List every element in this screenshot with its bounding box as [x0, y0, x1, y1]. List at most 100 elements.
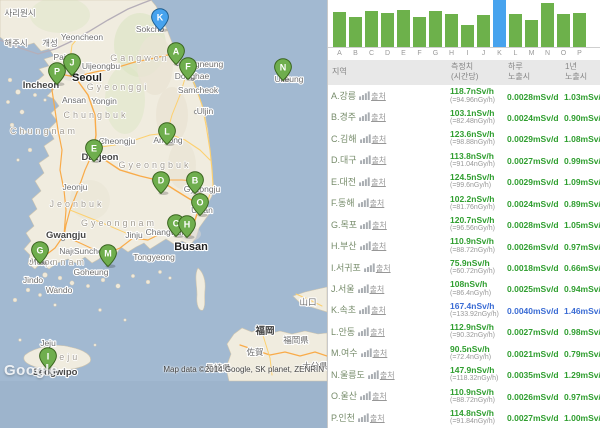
source-link[interactable]: 출처	[370, 414, 385, 423]
region-link[interactable]: O.울산	[331, 391, 357, 401]
bar-N[interactable]	[541, 3, 554, 47]
mini-chart-icon[interactable]	[368, 370, 379, 379]
yearly-exposure-value: 0.89mSv/y	[564, 199, 600, 209]
yearly-exposure-value: 0.99mSv/y	[564, 156, 600, 166]
region-link[interactable]: P.인천	[331, 413, 355, 423]
google-logo[interactable]: Google	[4, 362, 59, 379]
measurement-gy-value: (=88.72nGy/h)	[450, 247, 504, 255]
mini-chart-icon[interactable]	[358, 284, 369, 293]
yearly-exposure-value: 0.90mSv/y	[564, 113, 600, 123]
bar-J[interactable]	[477, 15, 490, 47]
bar-M[interactable]	[525, 20, 538, 47]
source-link[interactable]: 출처	[370, 199, 385, 208]
region-link[interactable]: E.대전	[331, 177, 356, 187]
header-yearly-exposure: 1년노출시	[561, 60, 600, 85]
mini-chart-icon[interactable]	[360, 241, 371, 250]
source-link[interactable]: 출처	[372, 392, 387, 401]
measurement-value: 112.9nSv/h	[450, 322, 504, 332]
source-link[interactable]: 출처	[372, 135, 387, 144]
mini-chart-icon[interactable]	[364, 263, 375, 272]
measurement-gy-value: (=133.92nGy/h)	[450, 311, 504, 319]
bar-chart-axis: ABCDEFGHIJKLMNOP	[328, 48, 600, 59]
map-label: Samcheok	[178, 85, 219, 95]
region-link[interactable]: A.강릉	[331, 91, 356, 101]
region-link[interactable]: D.대구	[331, 155, 357, 165]
bar-F[interactable]	[413, 17, 426, 47]
map-pane[interactable]: 사리원시해주시개성YeoncheonPajuUijeongbuSeoulInch…	[0, 0, 327, 428]
table-row-D: D.대구출처 113.8nSv/h(=91.04nGy/h) 0.0027mSv…	[328, 149, 600, 170]
measurement-value: 108nSv/h	[450, 279, 504, 289]
region-link[interactable]: M.여수	[331, 348, 358, 358]
daily-exposure-value: 0.0027mSv/d	[507, 413, 559, 423]
source-link[interactable]: 출처	[371, 306, 386, 315]
mini-chart-icon[interactable]	[358, 327, 369, 336]
region-link[interactable]: L.안동	[331, 327, 355, 337]
source-link[interactable]: 출처	[372, 242, 387, 251]
yearly-exposure-value: 0.98mSv/y	[564, 327, 600, 337]
region-link[interactable]: C.김해	[331, 134, 357, 144]
bar-P[interactable]	[573, 13, 586, 47]
measurement-value: 123.6nSv/h	[450, 129, 504, 139]
bar-chart-bars	[328, 0, 600, 48]
bar-B[interactable]	[349, 17, 362, 47]
source-link[interactable]: 출처	[371, 92, 386, 101]
yearly-exposure-value: 0.79mSv/y	[564, 349, 600, 359]
bar-O[interactable]	[557, 14, 570, 47]
region-link[interactable]: J.서울	[331, 284, 355, 294]
source-link[interactable]: 출처	[371, 113, 386, 122]
mini-chart-icon[interactable]	[359, 91, 370, 100]
map-label: Jinju	[125, 230, 143, 240]
mini-chart-icon[interactable]	[360, 134, 371, 143]
yearly-exposure-value: 0.66mSv/y	[564, 263, 600, 273]
measurement-value: 167.4nSv/h	[450, 301, 504, 311]
source-link[interactable]: 출처	[371, 178, 386, 187]
bar-A[interactable]	[333, 12, 346, 47]
mini-chart-icon[interactable]	[360, 155, 371, 164]
daily-exposure-value: 0.0018mSv/d	[507, 263, 559, 273]
mini-chart-icon[interactable]	[359, 177, 370, 186]
mini-chart-icon[interactable]	[358, 198, 369, 207]
mini-chart-icon[interactable]	[358, 413, 369, 422]
daily-exposure-value: 0.0040mSv/d	[507, 306, 559, 316]
source-link[interactable]: 출처	[373, 349, 388, 358]
mini-chart-icon[interactable]	[360, 220, 371, 229]
map-label: Jeonju	[62, 182, 87, 192]
bar-I[interactable]	[461, 25, 474, 47]
marker-letter: K	[157, 12, 164, 22]
bar-C[interactable]	[365, 11, 378, 47]
source-link[interactable]: 출처	[372, 156, 387, 165]
marker-letter: L	[164, 126, 170, 136]
marker-letter: G	[36, 245, 43, 255]
daily-exposure-value: 0.0027mSv/d	[507, 327, 559, 337]
region-link[interactable]: B.경주	[331, 112, 356, 122]
mini-chart-icon[interactable]	[359, 112, 370, 121]
bar-K[interactable]	[493, 0, 506, 47]
source-link[interactable]: 출처	[376, 264, 391, 273]
region-link[interactable]: H.부산	[331, 241, 357, 251]
region-link[interactable]: G.목포	[331, 220, 357, 230]
bar-E[interactable]	[397, 10, 410, 47]
region-link[interactable]: I.서귀포	[331, 263, 361, 273]
region-link[interactable]: N.울릉도	[331, 370, 365, 380]
table-row-E: E.대전출처 124.5nSv/h(=99.6nGy/h) 0.0029mSv/…	[328, 171, 600, 192]
header-measurement: 측정치(시간당)	[447, 60, 504, 85]
bar-G[interactable]	[429, 11, 442, 47]
source-link[interactable]: 출처	[380, 371, 395, 380]
mini-chart-icon[interactable]	[359, 305, 370, 314]
bar-L[interactable]	[509, 14, 522, 47]
source-link[interactable]: 출처	[370, 285, 385, 294]
yearly-exposure-value: 0.97mSv/y	[564, 242, 600, 252]
bar-H[interactable]	[445, 14, 458, 47]
region-link[interactable]: F.동해	[331, 198, 355, 208]
axis-label-I: I	[461, 48, 474, 59]
region-link[interactable]: K.속초	[331, 305, 356, 315]
measurement-value: 110.9nSv/h	[450, 236, 504, 246]
mini-chart-icon[interactable]	[360, 391, 371, 400]
source-link[interactable]: 출처	[370, 328, 385, 337]
measurement-gy-value: (=81.76nGy/h)	[450, 204, 504, 212]
mini-chart-icon[interactable]	[361, 348, 372, 357]
bar-D[interactable]	[381, 13, 394, 47]
table-row-I: I.서귀포출처 75.9nSv/h(=60.72nGy/h) 0.0018mSv…	[328, 256, 600, 277]
map-label: Uljin	[197, 106, 214, 116]
source-link[interactable]: 출처	[372, 221, 387, 230]
